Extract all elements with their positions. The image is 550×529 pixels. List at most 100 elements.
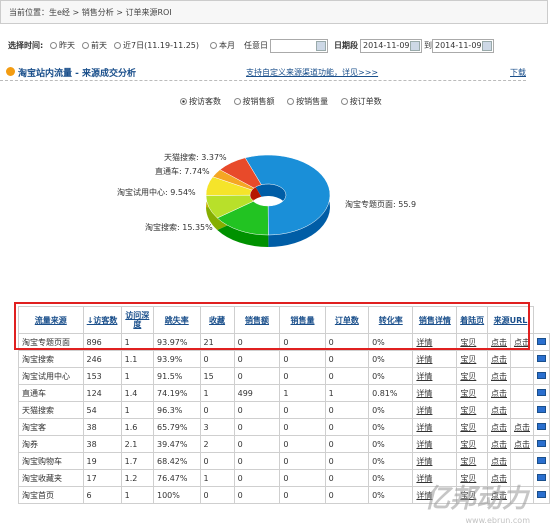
date-to-input[interactable]: 2014-11-09	[432, 39, 494, 53]
radio-icon[interactable]	[210, 42, 217, 49]
table-cell[interactable]: 点击	[510, 418, 534, 436]
table-cell[interactable]: 点击	[487, 350, 511, 368]
table-cell[interactable]	[533, 367, 550, 385]
column-header[interactable]: 着陆页	[456, 306, 488, 334]
table-cell[interactable]	[533, 401, 550, 419]
table-cell[interactable]: 详情	[412, 452, 458, 470]
column-header[interactable]: 销售量	[279, 306, 326, 334]
table-cell: 0	[324, 367, 370, 385]
pie-label: 淘宝专题页面: 55.9	[345, 199, 416, 209]
chart-icon[interactable]	[537, 405, 546, 413]
chart-icon[interactable]	[537, 439, 546, 447]
table-cell[interactable]	[533, 384, 550, 402]
download-link[interactable]: 下载	[510, 67, 526, 78]
column-header[interactable]: 销售详情	[412, 306, 458, 334]
table-cell[interactable]: 宝贝	[456, 435, 488, 453]
table-row: 淘宝试用中心 153 1 91.5% 15 0 0 0 0% 详情 宝贝 点击	[18, 367, 550, 385]
calendar-icon[interactable]	[482, 41, 492, 51]
option-yesterday[interactable]: 昨天	[50, 36, 75, 56]
table-cell[interactable]: 点击	[487, 333, 511, 351]
table-cell: 0	[324, 333, 370, 351]
table-cell[interactable]: 宝贝	[456, 452, 488, 470]
metric-sales-amount[interactable]: 按销售额	[233, 97, 275, 106]
chart-icon[interactable]	[537, 388, 546, 396]
radio-icon[interactable]	[50, 42, 57, 49]
table-cell[interactable]: 宝贝	[456, 384, 488, 402]
table-cell[interactable]	[533, 350, 550, 368]
table-cell[interactable]: 点击	[487, 384, 511, 402]
metric-orders[interactable]: 按订单数	[340, 97, 382, 106]
any-day-input[interactable]	[270, 39, 328, 53]
table-cell[interactable]: 点击	[487, 401, 511, 419]
table-cell[interactable]: 详情	[412, 367, 458, 385]
table-cell[interactable]	[510, 452, 534, 470]
table-cell[interactable]	[533, 452, 550, 470]
option-last-7-days[interactable]: 近7日(11.19-11.25)	[114, 36, 199, 56]
chart-icon[interactable]	[537, 422, 546, 430]
table-cell[interactable]: 宝贝	[456, 418, 488, 436]
table-cell: 0	[279, 333, 326, 351]
column-header[interactable]: 流量来源	[18, 306, 84, 334]
chart-icon[interactable]	[537, 490, 546, 498]
table-cell[interactable]: 宝贝	[456, 401, 488, 419]
radio-icon[interactable]	[180, 98, 187, 105]
table-cell[interactable]: 宝贝	[456, 367, 488, 385]
table-cell[interactable]	[510, 401, 534, 419]
table-cell[interactable]: 详情	[412, 350, 458, 368]
option-any-day[interactable]: 任意日	[244, 36, 268, 56]
table-cell: 91.5%	[152, 367, 201, 385]
radio-icon[interactable]	[233, 98, 241, 105]
table-cell[interactable]: 宝贝	[456, 350, 488, 368]
chart-icon[interactable]	[537, 371, 546, 379]
radio-icon[interactable]	[82, 42, 89, 49]
table-cell[interactable]: 点击	[487, 418, 511, 436]
table-cell[interactable]	[510, 384, 534, 402]
option-day-before[interactable]: 前天	[82, 36, 107, 56]
chart-icon[interactable]	[537, 456, 546, 464]
table-cell[interactable]	[533, 435, 550, 453]
column-header[interactable]: 跳失率	[152, 306, 201, 334]
table-cell[interactable]	[510, 350, 534, 368]
table-cell[interactable]	[510, 367, 534, 385]
metric-visitors[interactable]: 按访客数	[180, 97, 221, 106]
calendar-icon[interactable]	[316, 41, 326, 51]
column-header[interactable]: 访问深度	[120, 306, 154, 334]
table-cell[interactable]	[533, 469, 550, 487]
column-header[interactable]: 转化率	[368, 306, 414, 334]
table-cell: 0	[233, 350, 281, 368]
table-cell[interactable]: 详情	[412, 435, 458, 453]
chart-icon[interactable]	[537, 337, 546, 345]
table-cell[interactable]: 详情	[412, 384, 458, 402]
column-header[interactable]: ↓访客数	[82, 306, 122, 334]
chart-icon[interactable]	[537, 354, 546, 362]
time-filter-bar: 选择时间: 昨天 前天 近7日(11.19-11.25) 本月 任意日 日期段 …	[0, 36, 550, 56]
table-cell[interactable]	[533, 333, 550, 351]
radio-icon[interactable]	[340, 98, 348, 105]
table-cell[interactable]	[533, 486, 550, 504]
column-header[interactable]: 收藏	[199, 306, 235, 334]
watermark-url: www.ebrun.com	[465, 516, 531, 525]
table-cell[interactable]: 点击	[487, 435, 511, 453]
table-cell[interactable]: 详情	[412, 418, 458, 436]
column-header[interactable]: 订单数	[324, 306, 370, 334]
table-cell[interactable]: 详情	[412, 333, 458, 351]
column-header[interactable]: 来源URL	[487, 306, 534, 334]
custom-source-link[interactable]: 支持自定义来源渠道功能，详见>>>	[246, 67, 378, 78]
radio-icon[interactable]	[287, 98, 295, 105]
table-cell[interactable]: 详情	[412, 401, 458, 419]
chart-icon[interactable]	[537, 473, 546, 481]
table-cell[interactable]: 点击	[510, 333, 534, 351]
table-cell: 74.19%	[152, 384, 201, 402]
table-cell[interactable]: 点击	[487, 367, 511, 385]
calendar-icon[interactable]	[410, 41, 420, 51]
table-cell: 1.6	[120, 418, 154, 436]
option-this-month[interactable]: 本月	[210, 36, 235, 56]
date-from-input[interactable]: 2014-11-09	[360, 39, 422, 53]
table-cell[interactable]: 点击	[510, 435, 534, 453]
column-header[interactable]: 销售额	[233, 306, 281, 334]
radio-icon[interactable]	[114, 42, 121, 49]
table-cell[interactable]	[533, 418, 550, 436]
metric-sales-volume[interactable]: 按销售量	[287, 97, 328, 106]
table-cell[interactable]: 宝贝	[456, 333, 488, 351]
table-cell[interactable]: 点击	[487, 452, 511, 470]
